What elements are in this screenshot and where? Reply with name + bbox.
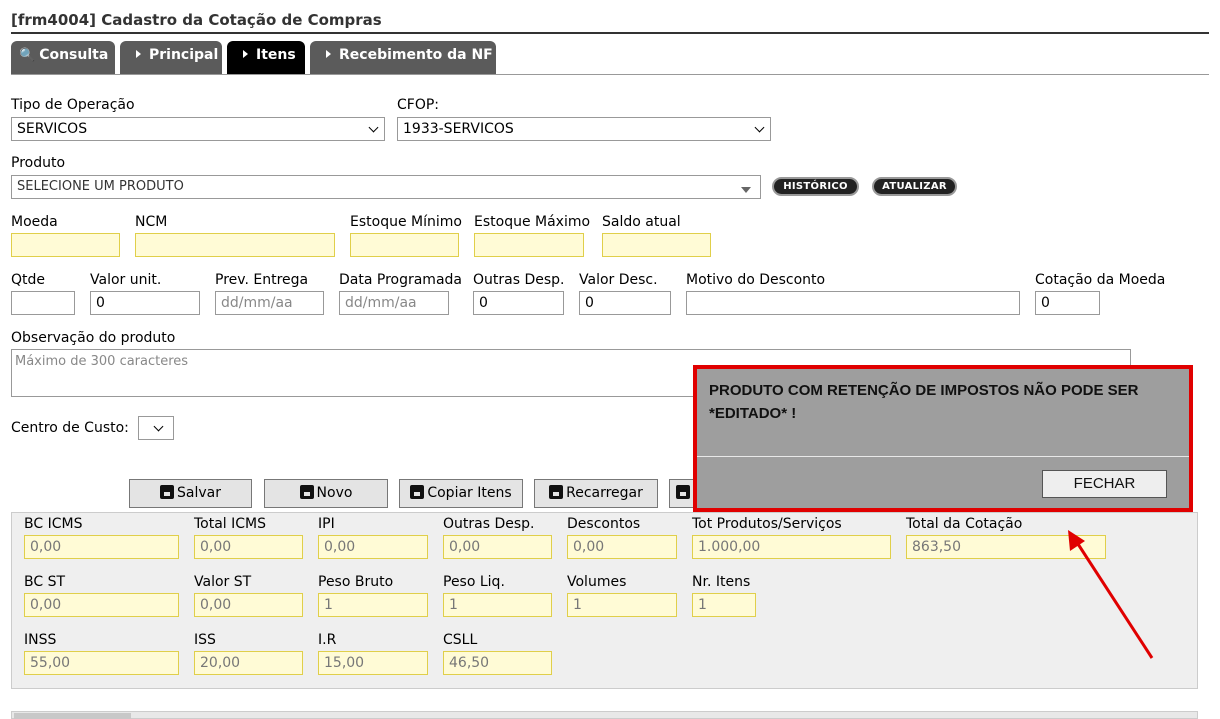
arrow-head <box>1068 530 1085 551</box>
annotation-arrow <box>1068 530 1154 659</box>
arrow-shaft <box>1076 543 1154 659</box>
